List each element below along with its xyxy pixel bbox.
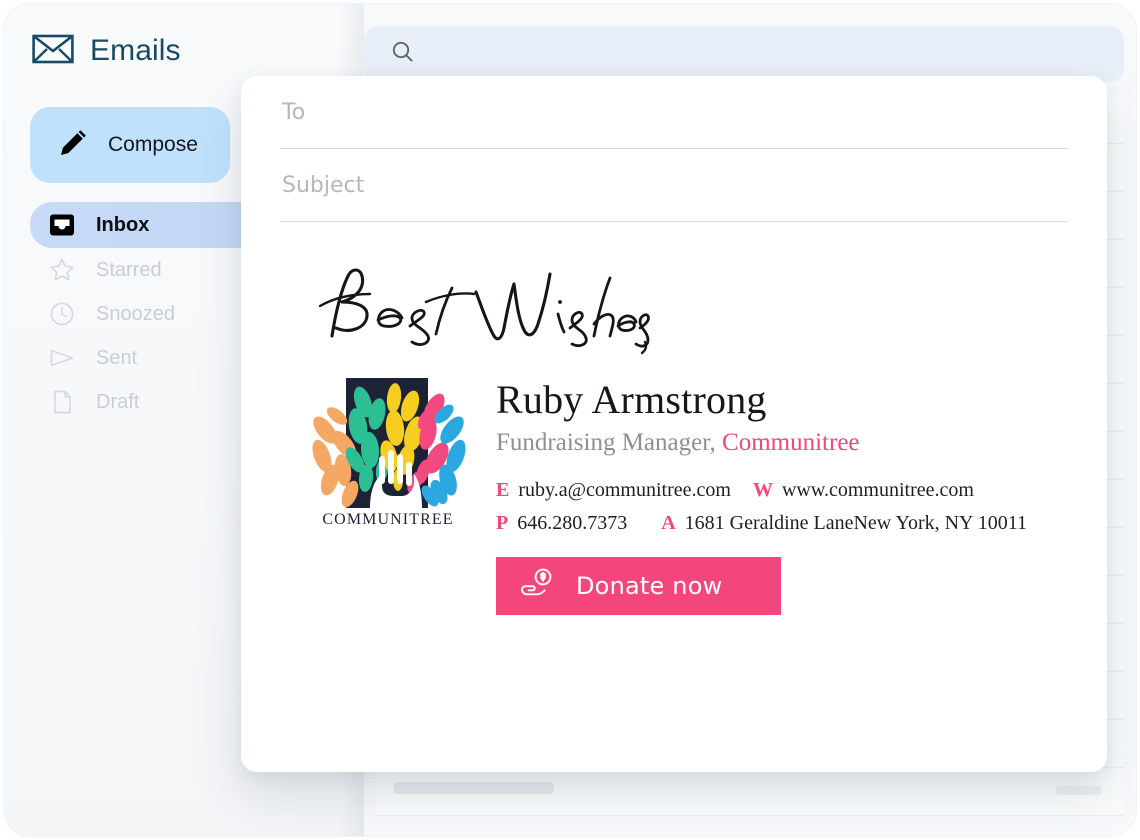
sidebar-item-label: Snoozed: [96, 302, 175, 325]
signature-role: Fundraising Manager, Communitree: [496, 429, 1027, 457]
page-title: Emails: [90, 33, 181, 67]
email-row-subject-placeholder: [394, 782, 554, 794]
signature-role-prefix: Fundraising Manager,: [496, 428, 716, 456]
star-icon: [48, 256, 76, 284]
contact-row-email-web: E ruby.a@communitree.com W www.communitr…: [496, 479, 1027, 502]
logo-wordmark: COMMUNITREE: [322, 511, 453, 528]
email-signature: COMMUNITREE Ruby Armstrong Fundraising M…: [310, 370, 1068, 615]
brand: Emails: [32, 32, 181, 69]
to-field[interactable]: [280, 76, 1068, 149]
signature-contacts: E ruby.a@communitree.com W www.communitr…: [496, 479, 1027, 535]
signature-details: Ruby Armstrong Fundraising Manager, Comm…: [496, 370, 1027, 615]
signature-company: Communitree: [722, 428, 860, 456]
contact-value-email[interactable]: ruby.a@communitree.com: [518, 479, 731, 502]
contact-row-phone-address: P 646.280.7373 A 1681 Geraldine LaneNew …: [496, 512, 1027, 535]
compose-button[interactable]: Compose: [30, 107, 230, 183]
sidebar-item-label: Draft: [96, 390, 140, 413]
contact-key-email: E: [496, 478, 510, 501]
signature-name: Ruby Armstrong: [496, 377, 767, 422]
sidebar-item-label: Inbox: [96, 213, 150, 236]
contact-key-address: A: [661, 511, 676, 534]
app-root: Emails Compose Inbox Starred Snoozed Sen…: [0, 0, 1140, 840]
donate-now-button[interactable]: Donate now: [496, 556, 781, 615]
subject-input[interactable]: [280, 149, 1068, 221]
donate-now-label: Donate now: [576, 571, 723, 600]
email-list-row[interactable]: [376, 768, 1124, 816]
email-client-window: Emails Compose Inbox Starred Snoozed Sen…: [4, 4, 1136, 836]
sidebar-item-label: Sent: [96, 346, 138, 369]
compose-button-label: Compose: [108, 133, 198, 156]
send-icon: [48, 344, 76, 372]
compose-panel: COMMUNITREE Ruby Armstrong Fundraising M…: [241, 76, 1107, 772]
document-icon: [48, 388, 76, 416]
search-input[interactable]: [430, 42, 1124, 66]
clock-icon: [48, 300, 76, 328]
inbox-icon: [48, 211, 76, 239]
contact-value-address: 1681 Geraldine LaneNew York, NY 10011: [684, 511, 1028, 534]
search-bar[interactable]: [364, 26, 1124, 82]
email-body[interactable]: COMMUNITREE Ruby Armstrong Fundraising M…: [241, 256, 1107, 615]
contact-value-phone[interactable]: 646.280.7373: [517, 512, 627, 535]
contact-key-web: W: [752, 478, 773, 501]
envelope-icon: [32, 32, 74, 69]
email-row-time-placeholder: [1056, 786, 1102, 795]
hand-coin-icon: [518, 567, 558, 604]
pencil-icon: [56, 126, 90, 165]
sidebar-item-label: Starred: [96, 258, 162, 281]
signoff-signature: [312, 256, 1068, 360]
search-icon: [390, 39, 416, 70]
communitree-logo: COMMUNITREE: [310, 370, 466, 615]
subject-field[interactable]: [280, 149, 1068, 222]
contact-key-phone: P: [496, 511, 509, 534]
contact-value-web[interactable]: www.communitree.com: [782, 479, 974, 502]
to-input[interactable]: [280, 76, 1068, 148]
